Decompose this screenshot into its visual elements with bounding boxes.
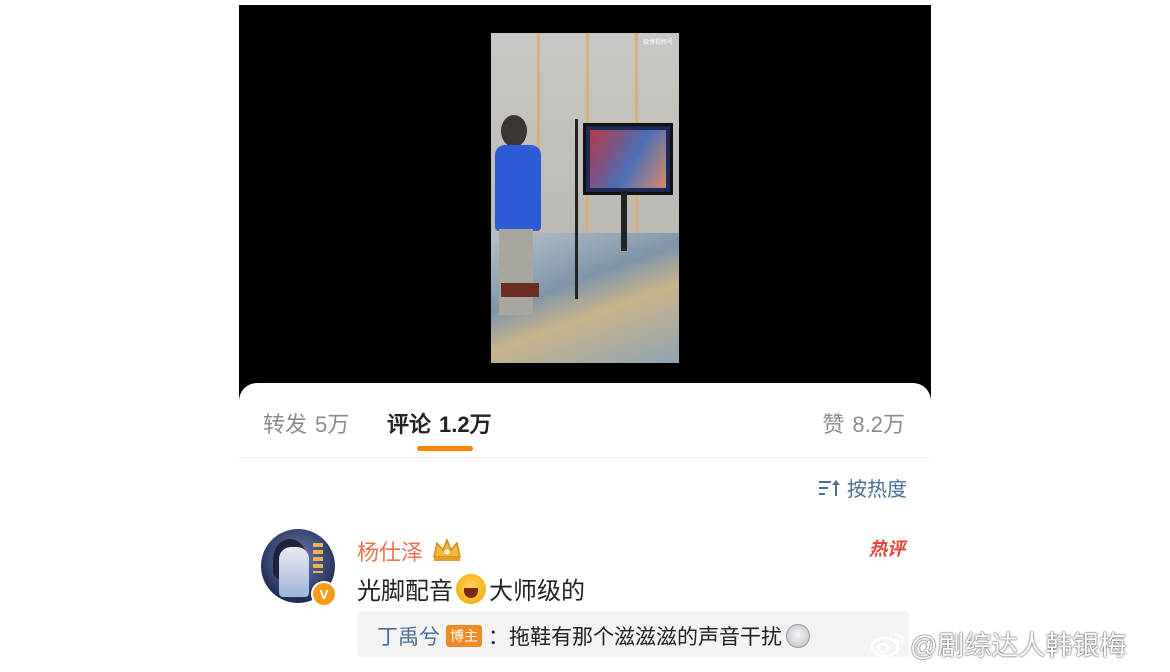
video-frame[interactable]: 微博视频号 [491,33,679,363]
reply-line: 丁禹兮 博主 ：拖鞋有那个滋滋滋的声音干扰 [377,621,810,651]
comment-text: 光脚配音 大师级的 [357,571,585,606]
video-scene-mic-stand [575,119,578,299]
weibo-watermark: @剧综达人韩银梅 [870,624,1126,663]
video-watermark: 微博视频号 [642,40,673,46]
weibo-icon [870,630,906,658]
sort-by-hot-button[interactable]: 按热度 [819,473,907,502]
laughing-emoji-icon [456,573,486,604]
comment-text-before: 光脚配音 [357,578,453,605]
verified-badge-icon: V [311,581,337,607]
tab-comments[interactable]: 评论 1.2万 [387,407,492,439]
tab-likes-count: 8.2万 [852,412,905,437]
tab-repost-count: 5万 [315,412,350,437]
avatar-figure [279,547,309,597]
reply-text: ：拖鞋有那个滋滋滋的声音干扰 [488,626,782,649]
video-scene-person-body [495,145,541,231]
watermark-text: @剧综达人韩银梅 [910,631,1127,661]
blogger-badge: 博主 [446,625,482,647]
video-scene-person-legs [499,229,533,315]
video-scene-monitor [583,123,673,195]
sort-label: 按热度 [847,479,907,501]
tab-comments-label: 评论 [387,412,432,437]
comment-item: V 杨仕泽 热评 光脚配音 大师级的 丁禹兮 博主 ：拖鞋有那个滋滋滋的声音干扰 [259,525,911,672]
video-player[interactable]: 微博视频号 [239,5,931,405]
comment-username[interactable]: 杨仕泽 [357,535,423,567]
tab-repost[interactable]: 转发 5万 [263,407,349,439]
tab-repost-label: 转发 [263,412,308,437]
comment-text-after: 大师级的 [489,578,585,605]
video-scene-monitor-screen [590,130,666,188]
reply-username[interactable]: 丁禹兮 [377,621,440,651]
reply-preview[interactable]: 丁禹兮 博主 ：拖鞋有那个滋滋滋的声音干扰 [357,611,909,657]
tab-likes-label: 赞 [822,412,845,437]
crown-icon [431,537,463,563]
active-tab-indicator [417,446,473,451]
dizzy-emoji-icon [786,624,810,648]
hot-comment-tag: 热评 [869,539,905,559]
tab-likes[interactable]: 赞 8.2万 [822,407,905,439]
tab-bar: 转发 5万 评论 1.2万 赞 8.2万 [239,383,931,458]
avatar-ornament [313,543,323,573]
video-scene-monitor-stand [621,191,627,251]
sort-icon [819,479,841,497]
weibo-post-screen: 微博视频号 转发 5万 评论 1.2万 赞 8.2万 按热度 V 杨仕泽 热评 … [239,5,931,672]
video-scene-person-head [501,115,527,147]
video-scene-stool [501,283,539,297]
tab-comments-count: 1.2万 [439,412,492,437]
